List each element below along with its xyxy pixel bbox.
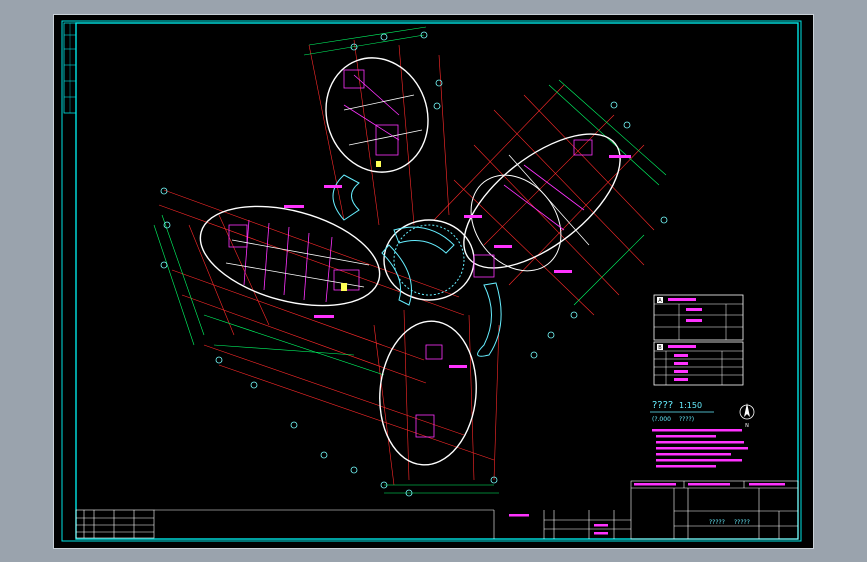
drawing-title-group: ???? 1:150 (?.000 ????) N [650,400,755,429]
schedule-a-badge: A [658,298,662,304]
connectors [332,174,502,357]
building-walls [199,57,621,466]
drawing-scale: 1:150 [679,401,702,410]
floor-plan [153,26,668,497]
drawing-name-2: ????? [734,519,750,526]
axis-grid [158,39,655,486]
general-notes [652,429,748,468]
drawing-name-1: ????? [709,519,725,526]
schedule-b-badge: B [658,345,662,351]
north-arrow-letter: N [745,423,749,429]
elevation-label: (?.000 [652,416,671,423]
dimension-lines [153,26,667,494]
title-block [75,480,799,540]
schedule-tables: A B [653,294,744,386]
drawing-title: ???? [652,400,673,411]
interior-details [228,69,593,438]
drawing-sheet: A B ???? 1:150 (?.000 ????) N ????? ????… [53,14,814,549]
binding-strip [63,22,77,114]
room-labels [284,155,631,368]
axis-bubbles [160,31,668,497]
title-block-fill [509,483,785,535]
stair-markers [341,161,381,291]
inner-frame [75,22,799,540]
cad-drawing-canvas: A B ???? 1:150 (?.000 ????) N ????? ????… [61,20,802,542]
elevation-note: ????) [679,416,694,423]
